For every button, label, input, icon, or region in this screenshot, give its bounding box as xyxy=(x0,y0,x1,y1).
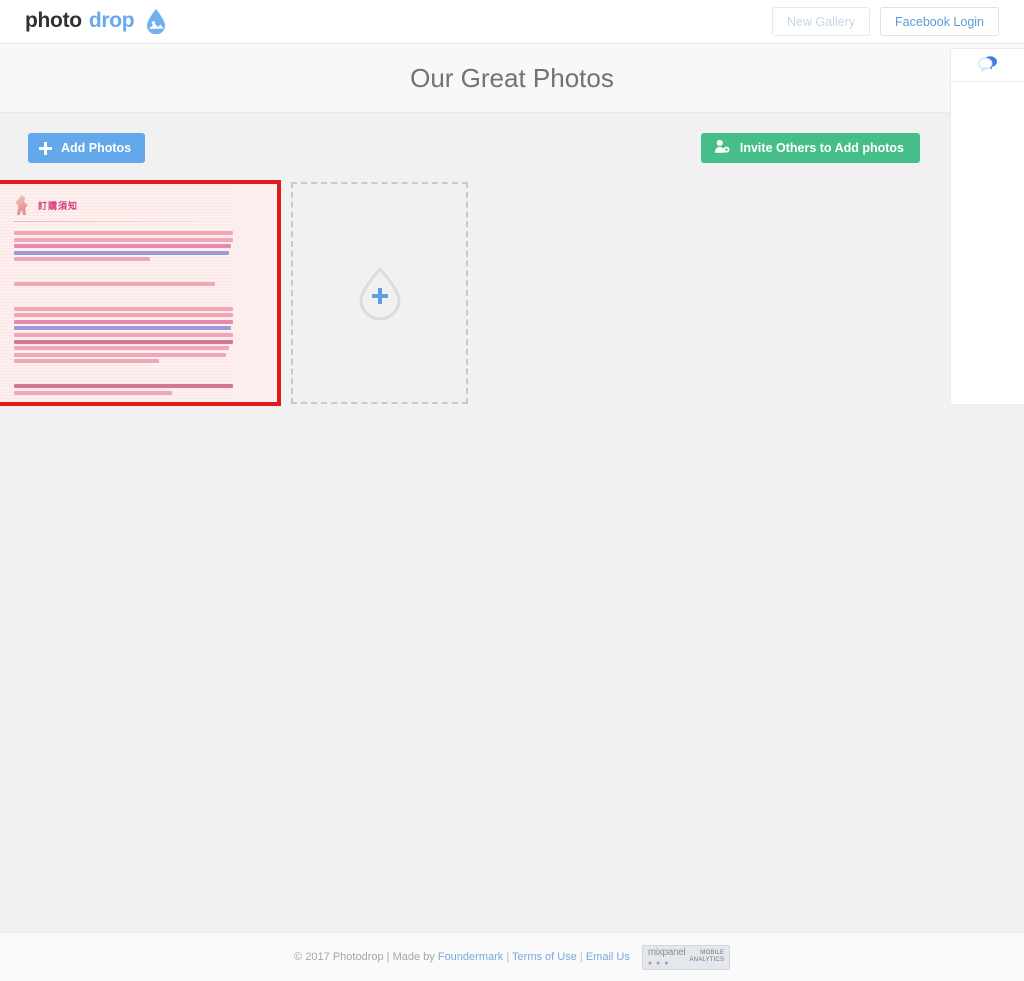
add-photos-label: Add Photos xyxy=(61,141,132,155)
photo-grid: 訂購須知 xyxy=(0,180,960,410)
deer-mascot-icon xyxy=(15,195,28,215)
document-paragraph xyxy=(14,231,233,262)
upload-dropzone[interactable] xyxy=(291,182,468,404)
chat-panel-body xyxy=(951,82,1024,404)
mixpanel-badge[interactable]: mixpanel ● ● ● MOBILE ANALYTICS xyxy=(641,944,730,970)
add-photos-button[interactable]: Add Photos xyxy=(28,133,146,163)
document-title: 訂購須知 xyxy=(38,200,79,211)
photo-thumbnail-selected[interactable]: 訂購須知 xyxy=(0,180,281,406)
logo-word-drop: drop xyxy=(88,9,135,32)
gallery-title-band: Our Great Photos xyxy=(0,44,1024,113)
facebook-login-button[interactable]: Facebook Login xyxy=(880,7,999,36)
document-header: 訂購須知 xyxy=(14,194,233,216)
document-paragraph xyxy=(14,383,233,395)
document-divider xyxy=(14,221,233,222)
footer: © 2017 Photodrop | Made by Foundermark |… xyxy=(0,932,1024,981)
app-page: photo drop New Gallery Facebook Login Our… xyxy=(0,0,1024,981)
navbar-buttons: New Gallery Facebook Login xyxy=(771,7,999,36)
mixpanel-brand: mixpanel xyxy=(647,946,686,958)
invite-others-label: Invite Others to Add photos xyxy=(739,141,904,155)
mixpanel-tagline: MOBILE ANALYTICS xyxy=(689,950,724,965)
new-gallery-button[interactable]: New Gallery xyxy=(771,7,871,36)
mixpanel-dots-icon: ● ● ● xyxy=(647,959,670,967)
footer-link-terms[interactable]: Terms of Use xyxy=(512,951,577,963)
document-paragraph xyxy=(14,306,233,364)
chat-bubble-icon xyxy=(977,54,999,77)
mixpanel-line-1: MOBILE xyxy=(700,949,725,956)
mixpanel-brand-block: mixpanel ● ● ● xyxy=(647,946,686,967)
top-navbar: photo drop New Gallery Facebook Login xyxy=(0,0,1024,44)
footer-link-email[interactable]: Email Us xyxy=(586,951,630,963)
footer-link-foundermark[interactable]: Foundermark xyxy=(438,951,503,963)
document-content: 訂購須知 xyxy=(14,194,233,395)
footer-separator: | xyxy=(579,951,583,963)
mixpanel-line-2: ANALYTICS xyxy=(689,957,725,963)
footer-copyright: © 2017 Photodrop | Made by xyxy=(294,951,435,963)
chat-panel xyxy=(950,48,1024,405)
plus-icon xyxy=(371,287,388,304)
invite-others-button[interactable]: Invite Others to Add photos xyxy=(700,133,920,163)
logo-word-photo: photo xyxy=(25,9,82,32)
photo-image: 訂購須知 xyxy=(0,184,277,402)
water-drop-plus-icon xyxy=(355,266,405,320)
chat-panel-toggle[interactable] xyxy=(951,49,1024,82)
page-title: Our Great Photos xyxy=(410,62,614,93)
water-drop-photo-icon xyxy=(144,8,168,35)
action-bar: Add Photos Invite Others to Add photos xyxy=(0,113,1024,180)
logo[interactable]: photo drop xyxy=(25,8,168,35)
footer-text: © 2017 Photodrop | Made by Foundermark |… xyxy=(294,951,630,963)
document-paragraph xyxy=(14,281,233,286)
plus-icon xyxy=(39,141,52,155)
footer-separator: | xyxy=(506,951,510,963)
user-cog-icon xyxy=(714,139,730,157)
